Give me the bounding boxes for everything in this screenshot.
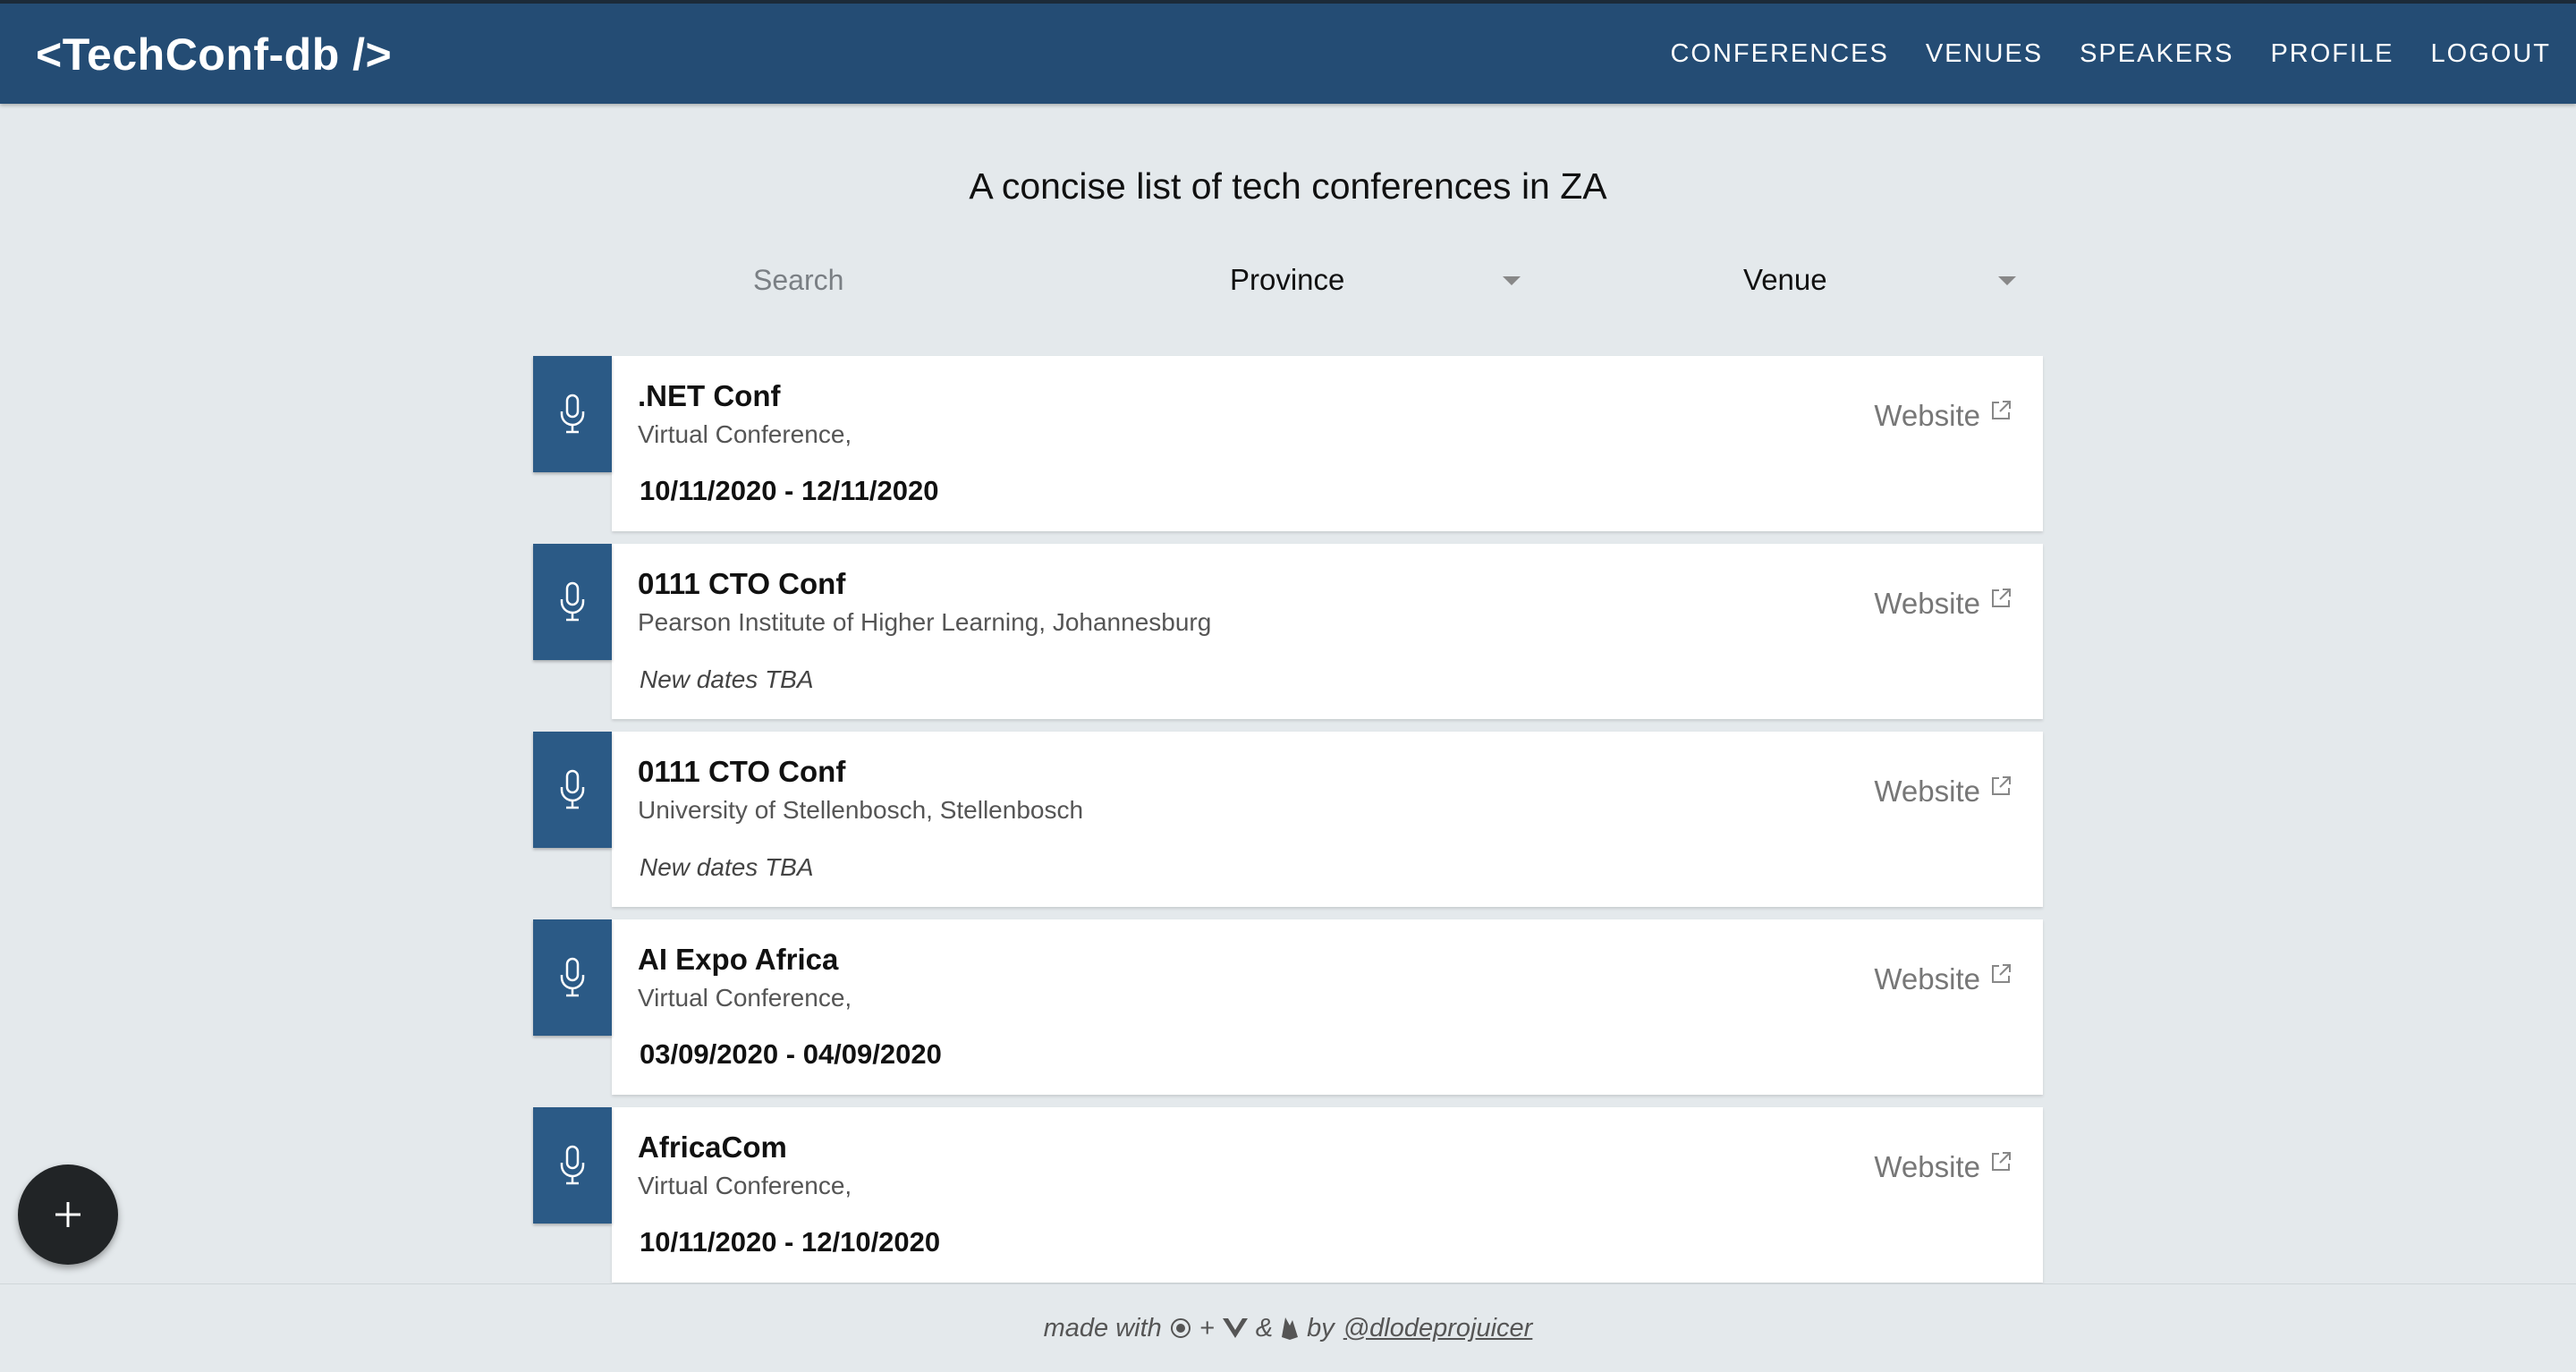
footer-plus: +	[1199, 1313, 1215, 1342]
nav-venues[interactable]: VENUES	[1926, 39, 2043, 69]
microphone-icon	[533, 1107, 612, 1224]
nav-profile[interactable]: PROFILE	[2270, 39, 2394, 69]
nav-speakers[interactable]: SPEAKERS	[2080, 39, 2233, 69]
add-conference-button[interactable]	[18, 1165, 118, 1265]
province-select[interactable]: Province	[1230, 255, 1525, 305]
website-link-label: Website	[1874, 775, 1980, 808]
conference-venue: Virtual Conference,	[638, 1172, 852, 1199]
nav-conferences[interactable]: CONFERENCES	[1670, 39, 1888, 69]
conference-card-body: 0111 CTO Conf University of Stellenbosch…	[612, 732, 2043, 907]
plus-icon	[55, 1202, 80, 1227]
website-link[interactable]: Website	[1874, 775, 2012, 809]
website-link[interactable]: Website	[1874, 962, 2012, 996]
filter-bar: Province Venue	[0, 255, 2576, 309]
external-link-icon	[1992, 1152, 2011, 1171]
conference-card[interactable]: AI Expo Africa Virtual Conference, 03/09…	[533, 919, 2043, 1095]
conference-card[interactable]: 0111 CTO Conf Pearson Institute of Highe…	[533, 544, 2043, 719]
conference-venue: Pearson Institute of Higher Learning, Jo…	[638, 608, 1212, 636]
venue-select-value: Venue	[1743, 263, 1827, 296]
venue-select[interactable]: Venue	[1743, 255, 2021, 305]
external-link-icon	[1992, 776, 2011, 795]
chevron-down-icon	[1998, 276, 2016, 285]
chevron-down-icon	[1503, 276, 1521, 285]
website-link[interactable]: Website	[1874, 399, 2012, 433]
page-title: A concise list of tech conferences in ZA	[969, 165, 1607, 207]
vue-icon	[1222, 1317, 1249, 1339]
nav-logout[interactable]: LOGOUT	[2431, 39, 2551, 69]
conference-dates: 10/11/2020 - 12/11/2020	[640, 475, 939, 506]
footer-made-with: made with	[1043, 1313, 1162, 1342]
microphone-icon	[533, 732, 612, 848]
conference-name: .NET Conf	[638, 379, 781, 412]
microphone-icon	[533, 544, 612, 660]
conference-venue: Virtual Conference,	[638, 420, 852, 448]
website-link-label: Website	[1874, 962, 1980, 995]
conference-dates: 03/09/2020 - 04/09/2020	[640, 1038, 942, 1070]
website-link[interactable]: Website	[1874, 587, 2012, 621]
author-link[interactable]: @dlodeprojuicer	[1343, 1314, 1533, 1343]
conference-name: AfricaCom	[638, 1131, 787, 1164]
brand-logo[interactable]: <TechConf-db />	[36, 29, 392, 80]
province-select-value: Province	[1230, 263, 1345, 296]
conference-dates: New dates TBA	[640, 665, 814, 693]
website-link-label: Website	[1874, 587, 1980, 620]
conference-card[interactable]: .NET Conf Virtual Conference, 10/11/2020…	[533, 356, 2043, 531]
microphone-icon	[533, 919, 612, 1036]
conference-card[interactable]: 0111 CTO Conf University of Stellenbosch…	[533, 732, 2043, 907]
conference-card-body: 0111 CTO Conf Pearson Institute of Highe…	[612, 544, 2043, 719]
conference-dates: New dates TBA	[640, 853, 814, 881]
conference-card[interactable]: AfricaCom Virtual Conference, 10/11/2020…	[533, 1107, 2043, 1283]
website-link-label: Website	[1874, 1150, 1980, 1183]
footer-by: by	[1307, 1313, 1335, 1342]
firebase-icon	[1280, 1316, 1300, 1341]
main-nav: CONFERENCES VENUES SPEAKERS PROFILE LOGO…	[1633, 39, 2551, 69]
website-link[interactable]: Website	[1874, 1150, 2012, 1184]
external-link-icon	[1992, 589, 2011, 607]
search-input[interactable]	[733, 255, 1109, 305]
conference-dates: 10/11/2020 - 12/10/2020	[640, 1226, 941, 1258]
conference-name: AI Expo Africa	[638, 943, 839, 976]
top-navbar: <TechConf-db /> CONFERENCES VENUES SPEAK…	[0, 0, 2576, 104]
microphone-icon	[533, 356, 612, 472]
external-link-icon	[1992, 401, 2011, 419]
conference-list: .NET Conf Virtual Conference, 10/11/2020…	[533, 356, 2043, 1295]
conference-card-body: AI Expo Africa Virtual Conference, 03/09…	[612, 919, 2043, 1095]
footer: made with + & by @dlodeprojuicer	[0, 1283, 2576, 1372]
conference-card-body: .NET Conf Virtual Conference, 10/11/2020…	[612, 356, 2043, 531]
footer-amp: &	[1255, 1313, 1274, 1342]
external-link-icon	[1992, 964, 2011, 983]
conference-venue: University of Stellenbosch, Stellenbosch	[638, 796, 1084, 824]
ionic-icon	[1169, 1317, 1192, 1340]
conference-venue: Virtual Conference,	[638, 984, 852, 1012]
conference-card-body: AfricaCom Virtual Conference, 10/11/2020…	[612, 1107, 2043, 1283]
website-link-label: Website	[1874, 399, 1980, 432]
conference-name: 0111 CTO Conf	[638, 567, 846, 600]
conference-name: 0111 CTO Conf	[638, 755, 846, 788]
